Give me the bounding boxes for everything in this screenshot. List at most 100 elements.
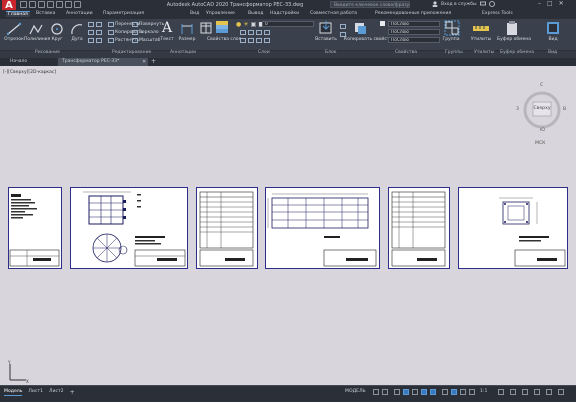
ellipse-icon[interactable] (96, 22, 102, 27)
wcs-menu[interactable]: МСК (535, 141, 545, 146)
tab-layout1[interactable]: Лист1 (28, 389, 43, 396)
transparency-icon[interactable] (451, 389, 457, 395)
panel-label-groups[interactable]: Группы (445, 50, 463, 55)
open-file-icon[interactable] (29, 1, 36, 8)
annotation-monitor-icon[interactable] (510, 389, 516, 395)
line-icon[interactable] (6, 22, 22, 36)
layer-previous-icon[interactable] (256, 38, 262, 43)
match-properties-icon[interactable] (352, 20, 368, 36)
tab-insert[interactable]: Вставка (36, 11, 55, 16)
text-icon[interactable]: A (162, 20, 172, 36)
search-input[interactable]: Введите ключевое слово/фразу (330, 1, 410, 8)
sun-icon[interactable]: ☀ (243, 21, 248, 28)
object-snap-tracking-icon[interactable] (421, 389, 427, 395)
stretch-icon[interactable] (108, 38, 114, 43)
panel-label-properties[interactable]: Свойства (395, 50, 417, 55)
drawing-sheet-1[interactable] (8, 187, 62, 269)
layer-dropdown[interactable]: 0 (262, 21, 314, 27)
snap-icon[interactable] (382, 389, 388, 395)
boundary-icon[interactable] (96, 38, 102, 43)
measure-icon[interactable] (472, 20, 490, 36)
customize-menu-icon[interactable] (558, 389, 564, 395)
model-space-toggle[interactable]: МОДЕЛЬ (345, 389, 366, 394)
polar-tracking-icon[interactable] (403, 389, 409, 395)
layer-lock-icon[interactable] (264, 30, 270, 35)
grid-icon[interactable] (373, 389, 379, 395)
help-icon[interactable] (488, 1, 495, 7)
arc-icon[interactable] (70, 22, 84, 36)
workspace-gear-icon[interactable] (498, 389, 504, 395)
lineweight-icon[interactable] (442, 389, 448, 395)
lock-icon[interactable]: ▣ (251, 21, 257, 28)
annotation-icon[interactable] (469, 389, 475, 395)
rectangle-icon[interactable] (88, 22, 94, 27)
drawing-sheet-2[interactable] (70, 187, 188, 269)
drawing-sheet-6[interactable] (458, 187, 568, 269)
drawing-sheet-5[interactable] (388, 187, 450, 269)
lightbulb-icon[interactable]: ● (236, 21, 241, 28)
panel-label-utilities[interactable]: Утилиты (474, 50, 494, 55)
layer-freeze-icon[interactable] (256, 30, 262, 35)
polyline-icon[interactable] (28, 22, 44, 36)
save-as-icon[interactable] (47, 1, 54, 8)
layer-unisolate-icon[interactable] (264, 38, 270, 43)
panel-label-clipboard[interactable]: Буфер обмена (500, 50, 534, 55)
dimension-icon[interactable] (180, 22, 194, 36)
undo-icon[interactable] (65, 1, 72, 8)
object-snap-icon[interactable] (430, 389, 436, 395)
print-icon[interactable] (56, 1, 63, 8)
rotate-icon[interactable] (132, 22, 138, 27)
group-icon[interactable] (444, 20, 460, 36)
hatch-icon[interactable] (88, 30, 94, 35)
add-layout-icon[interactable]: + (70, 389, 75, 396)
linetype-dropdown[interactable]: ПоСлою (388, 29, 440, 35)
panel-label-modify[interactable]: Редактирование (112, 50, 151, 55)
gradient-icon[interactable] (88, 38, 94, 43)
mirror-icon[interactable] (132, 30, 138, 35)
move-icon[interactable] (108, 22, 114, 27)
drawing-sheet-3[interactable] (196, 187, 258, 269)
close-icon[interactable]: ✕ (559, 0, 564, 7)
layer-properties-icon[interactable] (214, 20, 230, 36)
tab-parametric[interactable]: Параметризация (103, 11, 144, 16)
save-icon[interactable] (38, 1, 45, 8)
match-layer-icon[interactable] (248, 38, 254, 43)
clipboard-icon[interactable] (505, 20, 519, 36)
selection-cycling-icon[interactable] (460, 389, 466, 395)
spline-icon[interactable] (96, 30, 102, 35)
file-tab-drawing[interactable]: Трансформатор РЕС-ЗЗ* (58, 58, 148, 66)
cart-icon[interactable] (479, 1, 486, 7)
new-file-icon[interactable] (20, 1, 27, 8)
minimize-icon[interactable]: – (538, 0, 541, 7)
tab-output[interactable]: Вывод (248, 11, 263, 16)
tab-manage[interactable]: Управление (206, 11, 235, 16)
tab-featured-apps[interactable]: Рекомендованные приложения (375, 11, 451, 16)
view-base-icon[interactable] (545, 20, 561, 36)
circle-icon[interactable] (50, 22, 64, 36)
new-tab-icon[interactable]: + (151, 58, 156, 65)
table-icon[interactable] (200, 22, 212, 34)
close-tab-icon[interactable]: ✕ (142, 59, 146, 65)
drawing-sheet-4[interactable] (265, 187, 380, 269)
isolate-objects-icon[interactable] (534, 389, 540, 395)
layer-isolate-icon[interactable] (248, 30, 254, 35)
panel-label-draw[interactable]: Рисование (35, 50, 60, 55)
scale-icon[interactable] (132, 38, 138, 43)
make-current-icon[interactable] (240, 38, 246, 43)
tab-home[interactable]: Главная (6, 11, 30, 17)
clean-screen-icon[interactable] (546, 389, 552, 395)
panel-label-block[interactable]: Блок (325, 50, 336, 55)
tab-layout2[interactable]: Лист2 (49, 389, 64, 396)
tab-view[interactable]: Вид (190, 11, 199, 16)
insert-block-icon[interactable] (318, 20, 334, 36)
panel-label-annotation[interactable]: Аннотации (170, 50, 196, 55)
panel-label-layers[interactable]: Слои (258, 50, 270, 55)
lineweight-dropdown[interactable]: ПоСлою (388, 37, 440, 43)
annotation-scale[interactable]: 1:1 (480, 389, 487, 394)
tab-addins[interactable]: Надстройки (270, 11, 299, 16)
layer-off-icon[interactable] (240, 30, 246, 35)
create-block-icon[interactable] (340, 24, 346, 29)
file-tab-start[interactable]: Начало (6, 58, 31, 66)
maximize-icon[interactable]: □ (547, 0, 553, 7)
panel-label-view[interactable]: Вид (548, 50, 557, 55)
